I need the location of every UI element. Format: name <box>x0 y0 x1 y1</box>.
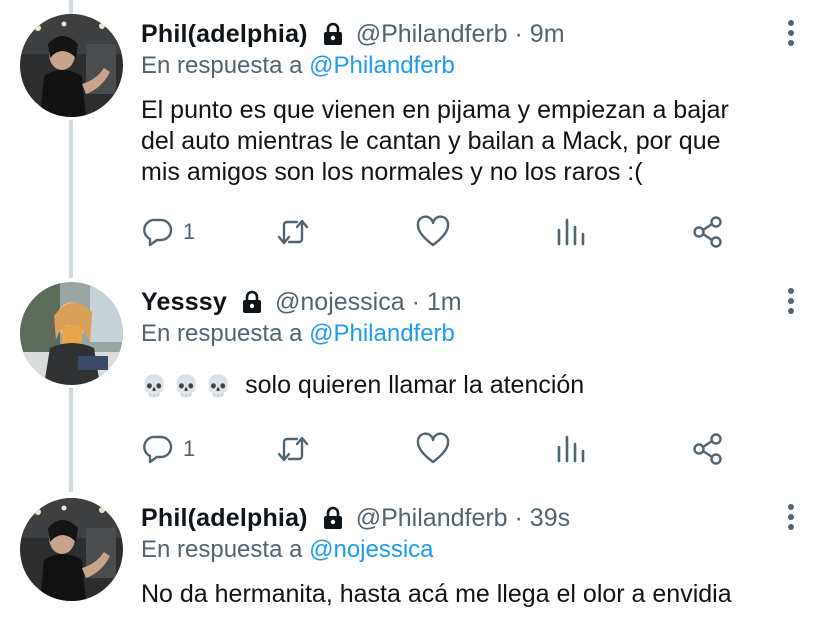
share-button[interactable] <box>692 215 724 249</box>
share-button[interactable] <box>692 432 724 466</box>
reply-prefix: En respuesta a <box>141 536 310 563</box>
lock-icon <box>239 289 265 315</box>
retweet-button[interactable] <box>275 432 311 466</box>
display-name[interactable]: Yesssy <box>141 288 227 317</box>
reply-context: En respuesta a @Philandferb <box>141 52 455 80</box>
like-button[interactable] <box>415 215 451 249</box>
avatar[interactable] <box>20 282 123 385</box>
retweet-icon <box>275 432 311 466</box>
avatar[interactable] <box>20 498 123 601</box>
display-name[interactable]: Phil(adelphia) <box>141 20 308 49</box>
thread-line <box>69 0 73 14</box>
skull-emoji: 💀 💀 💀 <box>141 375 232 398</box>
tweet-text: 💀 💀 💀 solo quieren llamar la atención <box>141 370 813 402</box>
retweet-button[interactable] <box>275 215 311 249</box>
tweet[interactable]: Phil(adelphia) @Philandferb · 9m En resp… <box>0 14 828 264</box>
tweet-text: El punto es que vienen en pijama y empie… <box>141 95 813 188</box>
retweet-icon <box>275 215 311 249</box>
reply-prefix: En respuesta a <box>141 320 310 347</box>
tweet-text-line: solo quieren llamar la atención <box>245 371 585 399</box>
analytics-button[interactable] <box>555 215 587 249</box>
share-icon <box>692 432 724 466</box>
display-name[interactable]: Phil(adelphia) <box>141 504 308 533</box>
reply-handle-link[interactable]: @Philandferb <box>309 52 455 79</box>
reply-button[interactable]: 1 <box>141 432 195 466</box>
tweet-text-line: del auto mientras le cantan y bailan a M… <box>141 127 721 155</box>
reply-context: En respuesta a @Philandferb <box>141 320 455 348</box>
analytics-icon <box>555 215 587 249</box>
like-icon <box>415 432 451 466</box>
reply-handle-link[interactable]: @nojessica <box>309 536 433 563</box>
reply-context: En respuesta a @nojessica <box>141 536 434 564</box>
reply-count: 1 <box>183 219 196 244</box>
like-button[interactable] <box>415 432 451 466</box>
more-icon[interactable] <box>786 502 796 532</box>
reply-icon <box>141 215 175 249</box>
reply-count: 1 <box>183 436 196 461</box>
lock-icon <box>320 505 346 531</box>
handle-and-time[interactable]: @Philandferb · 9m <box>356 20 565 49</box>
share-icon <box>692 215 724 249</box>
analytics-button[interactable] <box>555 432 587 466</box>
lock-icon <box>320 21 346 47</box>
action-bar: 1 <box>141 215 741 249</box>
reply-handle-link[interactable]: @Philandferb <box>309 320 455 347</box>
avatar[interactable] <box>20 14 123 117</box>
action-bar: 1 <box>141 432 741 466</box>
tweet-text: No da hermanita, hasta acá me llega el o… <box>141 579 813 610</box>
analytics-icon <box>555 432 587 466</box>
reply-prefix: En respuesta a <box>141 52 310 79</box>
tweet-text-line: No da hermanita, hasta acá me llega el o… <box>141 580 732 608</box>
tweet-text-line: El punto es que vienen en pijama y empie… <box>141 96 729 124</box>
reply-icon <box>141 432 175 466</box>
tweet[interactable]: Phil(adelphia) @Philandferb · 39s En res… <box>0 498 828 622</box>
tweet[interactable]: Yesssy @nojessica · 1m En respuesta a @P… <box>0 282 828 492</box>
handle-and-time[interactable]: @nojessica · 1m <box>275 288 462 317</box>
like-icon <box>415 215 451 249</box>
reply-button[interactable]: 1 <box>141 215 195 249</box>
handle-and-time[interactable]: @Philandferb · 39s <box>356 504 570 533</box>
tweet-text-line: mis amigos son los normales y no los rar… <box>141 158 643 186</box>
more-icon[interactable] <box>786 286 796 316</box>
more-icon[interactable] <box>786 18 796 48</box>
